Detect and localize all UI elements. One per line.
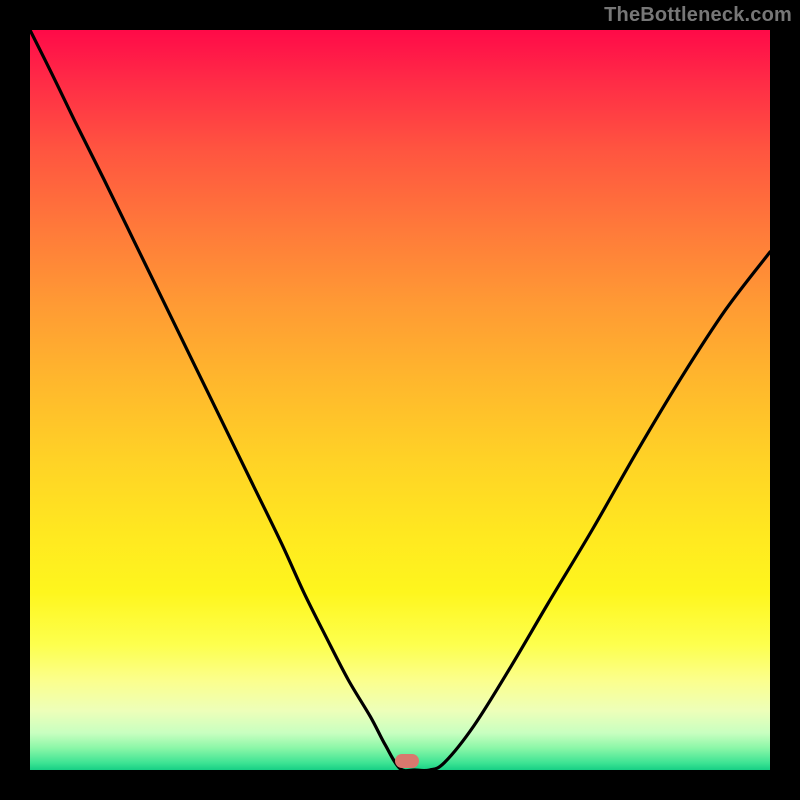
plot-area [30,30,770,770]
bottleneck-curve [30,30,770,770]
optimal-marker [395,754,419,768]
watermark-label: TheBottleneck.com [604,4,792,27]
chart-frame: TheBottleneck.com [0,0,800,800]
